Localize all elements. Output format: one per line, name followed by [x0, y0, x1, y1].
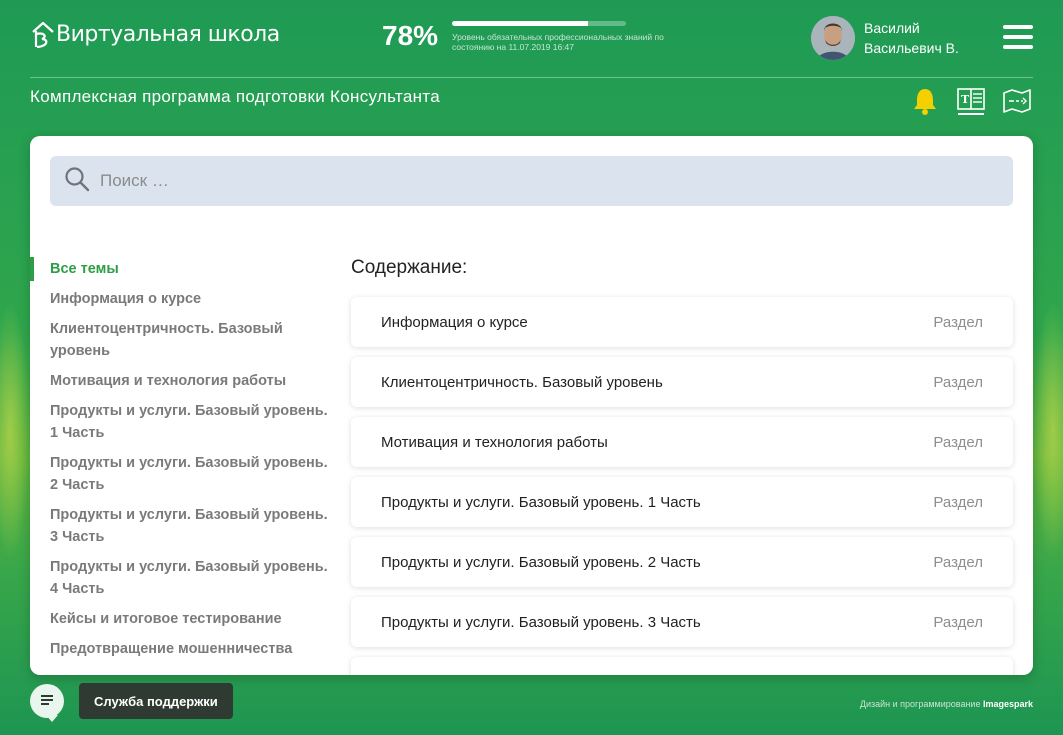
progress-caption: Уровень обязательных профессиональных зн…	[452, 31, 664, 52]
contents-title: Содержание:	[351, 257, 468, 278]
topic-item[interactable]: Мотивация и технология работы	[30, 366, 330, 396]
topic-item[interactable]: Предотвращение мошенничества	[30, 634, 330, 664]
search-bar[interactable]	[50, 156, 1013, 206]
topic-item[interactable]: Кейсы и итоговое тестирование	[30, 604, 330, 634]
content-row[interactable]	[351, 657, 1013, 675]
content-row-title: Информация о курсе	[381, 313, 528, 331]
topic-item[interactable]: Клиентоцентричность. Базовый уровень	[30, 314, 330, 366]
chat-lines-icon	[39, 692, 55, 711]
support-chat-button[interactable]	[30, 684, 64, 722]
logo-text: Виртуальная школа	[56, 22, 280, 47]
knowledge-progress: 78% Уровень обязательных профессиональны…	[382, 20, 672, 52]
svg-text:T: T	[961, 93, 970, 106]
content-row-title: Мотивация и технология работы	[381, 433, 608, 451]
content-row-title: Продукты и услуги. Базовый уровень. 2 Ча…	[381, 553, 701, 571]
background-glow-left	[0, 300, 30, 560]
content-row-type: Раздел	[933, 553, 983, 571]
content-row-type: Раздел	[933, 313, 983, 331]
header-tools: T	[910, 86, 1048, 116]
user-first-name: Василий	[864, 20, 920, 36]
top-header: Виртуальная школа 78% Уровень обязательн…	[30, 0, 1033, 78]
content-row-type: Раздел	[933, 373, 983, 391]
content-row[interactable]: Продукты и услуги. Базовый уровень. 3 Ча…	[351, 597, 1013, 647]
search-input[interactable]	[100, 171, 900, 191]
credits-prefix: Дизайн и программирование	[859, 699, 981, 709]
avatar[interactable]	[811, 16, 855, 60]
logo-house-icon	[30, 20, 56, 50]
support-tooltip[interactable]: Служба поддержки	[79, 683, 233, 719]
content-row[interactable]: Продукты и услуги. Базовый уровень. 2 Ча…	[351, 537, 1013, 587]
content-row-type: Раздел	[933, 433, 983, 451]
credits-brand[interactable]: Imagespark	[983, 699, 1033, 709]
content-row-title: Продукты и услуги. Базовый уровень. 1 Ча…	[381, 493, 701, 511]
dictionary-icon[interactable]: T	[956, 86, 986, 116]
user-last-line: Васильевич В.	[864, 40, 959, 56]
bell-icon[interactable]	[910, 86, 940, 116]
topics-sidebar: Все темы Информация о курсе Клиентоцентр…	[30, 254, 330, 664]
topic-item[interactable]: Информация о курсе	[30, 284, 330, 314]
topic-item[interactable]: Продукты и услуги. Базовый уровень. 1 Ча…	[30, 396, 330, 448]
progress-bar-fill	[452, 20, 588, 26]
logo[interactable]: Виртуальная школа	[30, 20, 280, 50]
topic-item-all[interactable]: Все темы	[30, 254, 330, 284]
search-icon	[64, 166, 90, 196]
content-row-type: Раздел	[933, 493, 983, 511]
user-profile[interactable]: Василий Васильевич В.	[811, 16, 959, 60]
progress-bar	[452, 20, 627, 26]
content-row[interactable]: Продукты и услуги. Базовый уровень. 1 Ча…	[351, 477, 1013, 527]
hamburger-menu-icon[interactable]	[1003, 25, 1033, 51]
topic-item[interactable]: Продукты и услуги. Базовый уровень. 4 Ча…	[30, 552, 330, 604]
footer-credits: Дизайн и программирование Imagespark	[860, 699, 1033, 709]
content-row-type: Раздел	[933, 613, 983, 631]
map-icon[interactable]	[1002, 86, 1032, 116]
course-card: Все темы Информация о курсе Клиентоцентр…	[30, 136, 1033, 675]
content-row[interactable]: Информация о курсе Раздел	[351, 297, 1013, 347]
program-title: Комплексная программа подготовки Консуль…	[30, 87, 440, 106]
content-row[interactable]: Мотивация и технология работы Раздел	[351, 417, 1013, 467]
topic-item[interactable]: Продукты и услуги. Базовый уровень. 3 Ча…	[30, 500, 330, 552]
content-row-title: Клиентоцентричность. Базовый уровень	[381, 373, 663, 391]
background-glow-right	[1033, 300, 1063, 560]
contents-section: Содержание: Информация о курсе Раздел Кл…	[351, 254, 1013, 675]
progress-percent: 78%	[382, 20, 439, 51]
topic-item[interactable]: Продукты и услуги. Базовый уровень. 2 Ча…	[30, 448, 330, 500]
content-row[interactable]: Клиентоцентричность. Базовый уровень Раз…	[351, 357, 1013, 407]
content-row-title: Продукты и услуги. Базовый уровень. 3 Ча…	[381, 613, 701, 631]
